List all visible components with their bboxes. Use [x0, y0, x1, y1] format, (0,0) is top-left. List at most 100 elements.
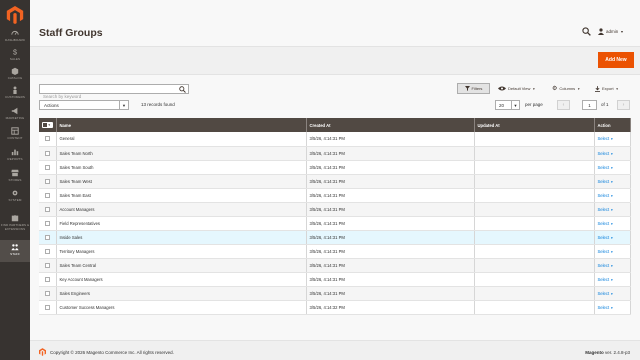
- select-link[interactable]: Select: [598, 136, 610, 141]
- row-action-select[interactable]: Select ▼: [598, 207, 614, 212]
- sidebar-item-content[interactable]: CONTENT: [0, 127, 30, 146]
- select-link[interactable]: Select: [598, 249, 610, 254]
- column-header-created-at[interactable]: Created At: [306, 118, 475, 132]
- sidebar-item-reports[interactable]: REPORTS: [0, 148, 30, 167]
- default-view-dropdown[interactable]: Default View ▼: [498, 84, 535, 93]
- admin-user-menu[interactable]: admin ▼: [598, 27, 624, 36]
- table-row[interactable]: Sales Team East 3/5/26, 4:14:31 PM Select …: [39, 188, 631, 203]
- sidebar-item-marketing[interactable]: MARKETING: [0, 107, 30, 126]
- sidebar-item-find-partners-extensions[interactable]: FIND PARTNERS & EXTENSIONS: [0, 214, 30, 238]
- select-link[interactable]: Select: [598, 291, 610, 296]
- table-row[interactable]: Sales Team North 3/5/26, 4:14:31 PM Select…: [39, 146, 631, 161]
- row-action-select[interactable]: Select ▼: [598, 291, 614, 296]
- mass-actions-dropdown[interactable]: Actions ▼: [39, 100, 129, 110]
- row-checkbox[interactable]: [44, 192, 50, 198]
- row-checkbox[interactable]: [44, 304, 50, 310]
- row-checkbox[interactable]: [44, 234, 50, 240]
- select-link[interactable]: Select: [598, 305, 610, 310]
- cell-created-at: 3/5/26, 4:14:31 PM: [306, 286, 475, 301]
- table-row[interactable]: Sales Team South 3/5/26, 4:14:31 PM Select…: [39, 160, 631, 175]
- column-header-updated-at[interactable]: Updated At: [474, 118, 595, 132]
- row-checkbox-cell[interactable]: [39, 132, 57, 147]
- row-checkbox-cell[interactable]: [39, 216, 57, 231]
- select-link[interactable]: Select: [598, 263, 610, 268]
- row-checkbox-cell[interactable]: [39, 230, 57, 245]
- current-page-input[interactable]: 1: [582, 100, 597, 110]
- previous-page-button[interactable]: ‹: [557, 100, 570, 110]
- row-checkbox-cell[interactable]: [39, 202, 57, 217]
- row-action-select[interactable]: Select ▼: [598, 221, 614, 226]
- filters-button[interactable]: Filters: [457, 83, 490, 94]
- row-action-select[interactable]: Select ▼: [598, 179, 614, 184]
- row-action-select[interactable]: Select ▼: [598, 235, 614, 240]
- mass-select-checkbox[interactable]: ▼: [41, 122, 53, 128]
- row-action-select[interactable]: Select ▼: [598, 277, 614, 282]
- table-row[interactable]: Territory Managers 3/5/26, 4:14:31 PM Sele…: [39, 244, 631, 259]
- table-row[interactable]: Customer Success Managers 3/5/26, 4:14:32…: [39, 300, 631, 315]
- select-link[interactable]: Select: [598, 151, 610, 156]
- select-link[interactable]: Select: [598, 207, 610, 212]
- row-checkbox[interactable]: [44, 178, 50, 184]
- table-row[interactable]: Field Representatives 3/5/26, 4:14:31 PM S…: [39, 216, 631, 231]
- table-row[interactable]: Sales Team West 3/5/26, 4:14:31 PM Select …: [39, 174, 631, 189]
- row-checkbox-cell[interactable]: [39, 272, 57, 287]
- sidebar-item-staff[interactable]: STAFF: [0, 240, 30, 262]
- row-checkbox[interactable]: [44, 276, 50, 282]
- table-row[interactable]: Account Managers 3/5/26, 4:14:31 PM Select…: [39, 202, 631, 217]
- global-search-icon[interactable]: [582, 27, 591, 36]
- row-checkbox-cell[interactable]: [39, 258, 57, 273]
- export-dropdown[interactable]: Export ▼: [595, 84, 619, 93]
- cell-action: Select ▼: [594, 272, 631, 287]
- table-row[interactable]: Key Account Managers 3/5/26, 4:14:31 PM Se…: [39, 272, 631, 287]
- page-size-select[interactable]: 20 ▼: [495, 100, 520, 110]
- select-link[interactable]: Select: [598, 277, 610, 282]
- row-checkbox[interactable]: [44, 164, 50, 170]
- next-page-button[interactable]: ›: [617, 100, 630, 110]
- row-checkbox[interactable]: [44, 220, 50, 226]
- add-new-button[interactable]: Add New: [598, 52, 634, 68]
- row-checkbox-cell[interactable]: [39, 174, 57, 189]
- select-link[interactable]: Select: [598, 193, 610, 198]
- select-link[interactable]: Select: [598, 179, 610, 184]
- select-link[interactable]: Select: [598, 221, 610, 226]
- table-row[interactable]: Inside Sales 3/5/26, 4:14:31 PM Select ▼: [39, 230, 631, 245]
- brand-name: Magento: [585, 350, 604, 355]
- sidebar-item-customers[interactable]: CUSTOMERS: [0, 86, 30, 105]
- row-action-select[interactable]: Select ▼: [598, 263, 614, 268]
- select-link[interactable]: Select: [598, 235, 610, 240]
- sidebar-item-system[interactable]: SYSTEM: [0, 189, 30, 208]
- column-header-name[interactable]: Name: [56, 118, 307, 132]
- row-action-select[interactable]: Select ▼: [598, 193, 614, 198]
- row-action-select[interactable]: Select ▼: [598, 305, 614, 310]
- row-checkbox[interactable]: [44, 262, 50, 268]
- table-row[interactable]: General 3/5/26, 4:14:31 PM Select ▼: [39, 132, 631, 147]
- sidebar-item-stores[interactable]: STORES: [0, 169, 30, 188]
- row-action-select[interactable]: Select ▼: [598, 151, 614, 156]
- magento-logo-icon[interactable]: [6, 6, 24, 24]
- table-row[interactable]: Sales Engineers 3/5/26, 4:14:31 PM Select …: [39, 286, 631, 301]
- sidebar-item-dashboard[interactable]: DASHBOARD: [0, 29, 30, 48]
- row-checkbox-cell[interactable]: [39, 286, 57, 301]
- sidebar-item-label: REPORTS: [7, 157, 23, 161]
- row-checkbox-cell[interactable]: [39, 160, 57, 175]
- row-action-select[interactable]: Select ▼: [598, 136, 614, 141]
- row-checkbox-cell[interactable]: [39, 188, 57, 203]
- row-checkbox[interactable]: [44, 136, 50, 142]
- sidebar-item-sales[interactable]: $ SALES: [0, 48, 30, 67]
- row-checkbox[interactable]: [44, 206, 50, 212]
- row-checkbox[interactable]: [44, 150, 50, 156]
- select-link[interactable]: Select: [598, 165, 610, 170]
- row-checkbox[interactable]: [44, 248, 50, 254]
- table-row[interactable]: Sales Team Central 3/5/26, 4:14:31 PM Sele…: [39, 258, 631, 273]
- row-checkbox-cell[interactable]: [39, 244, 57, 259]
- row-checkbox-cell[interactable]: [39, 146, 57, 161]
- chevron-down-icon: ▼: [511, 101, 519, 109]
- search-icon[interactable]: [179, 86, 186, 93]
- row-action-select[interactable]: Select ▼: [598, 249, 614, 254]
- row-checkbox-cell[interactable]: [39, 300, 57, 315]
- columns-dropdown[interactable]: ⚙ Columns ▼: [552, 84, 580, 93]
- row-checkbox[interactable]: [44, 290, 50, 296]
- sidebar-item-catalog[interactable]: CATALOG: [0, 67, 30, 86]
- row-action-select[interactable]: Select ▼: [598, 165, 614, 170]
- mass-select-header[interactable]: ▼: [39, 118, 57, 132]
